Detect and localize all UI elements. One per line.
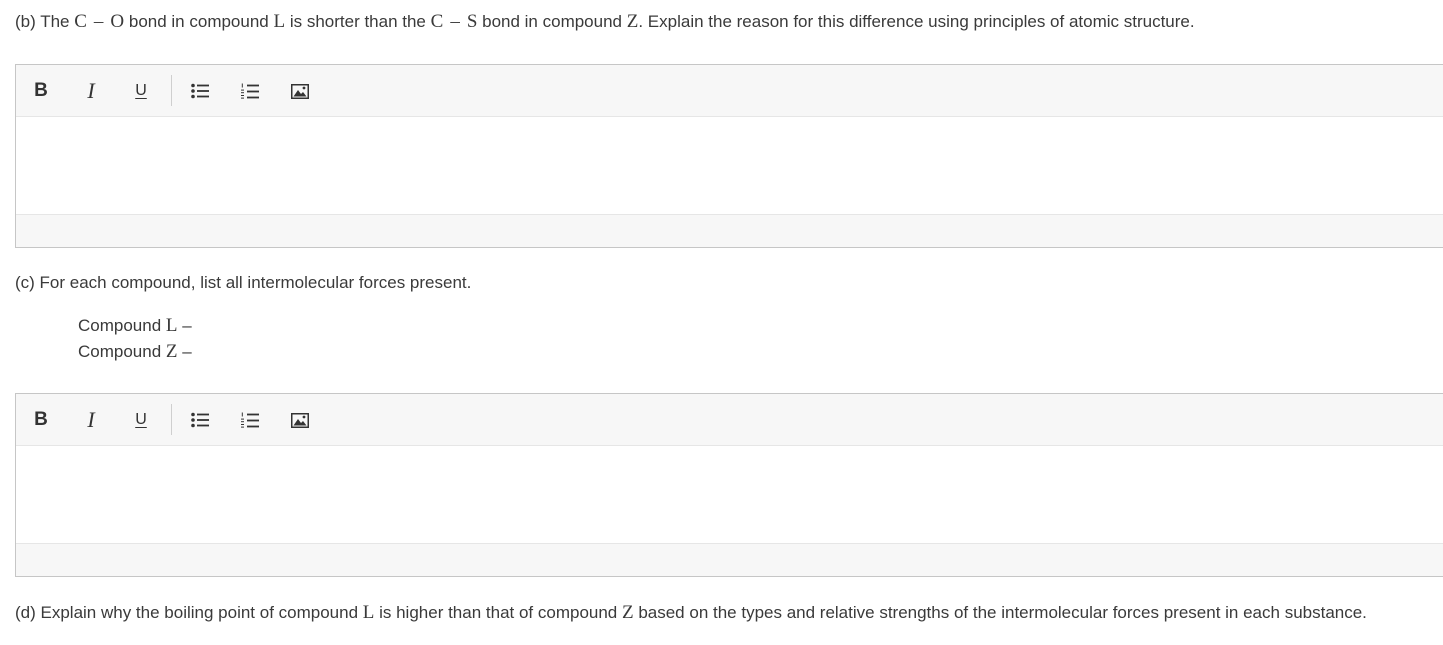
symbol-c: C	[74, 11, 87, 32]
underline-icon: U	[135, 82, 147, 99]
numbered-list-icon	[241, 412, 259, 428]
compound-z-line: Compound Z –	[78, 341, 192, 363]
toolbar-divider	[171, 75, 172, 106]
underline-button[interactable]: U	[127, 77, 155, 105]
bold-icon: B	[34, 409, 48, 430]
bulleted-list-button[interactable]	[186, 406, 214, 434]
question-c: (c) For each compound, list all intermol…	[15, 273, 472, 292]
question-b: (b) The C – O bond in compound L is shorte…	[15, 11, 1195, 33]
compound-l-line: Compound L –	[78, 315, 192, 337]
compound-label: Compound	[78, 316, 166, 335]
symbol-l: L	[273, 11, 286, 32]
italic-button[interactable]: I	[77, 77, 105, 105]
image-icon	[291, 83, 309, 99]
question-b-text: bond in compound	[477, 12, 627, 31]
symbol-z: Z	[165, 341, 178, 362]
symbol-l: L	[362, 602, 375, 623]
symbol-s: S	[466, 11, 478, 32]
question-b-suffix: . Explain the reason for this difference…	[638, 12, 1195, 31]
underline-button[interactable]: U	[127, 406, 155, 434]
compound-label: Compound	[78, 342, 166, 361]
question-b-text: bond in compound	[124, 12, 274, 31]
compound-dash: –	[177, 342, 192, 361]
toolbar-divider	[171, 404, 172, 435]
bold-button[interactable]: B	[27, 77, 55, 105]
bond-dash: –	[93, 11, 104, 32]
editor-toolbar: B I U	[16, 394, 1443, 446]
symbol-z: Z	[621, 602, 634, 623]
bond-dash: –	[450, 11, 460, 32]
insert-image-button[interactable]	[286, 406, 314, 434]
numbered-list-button[interactable]	[236, 77, 264, 105]
answer-editor-c: B I U	[15, 393, 1443, 577]
image-icon	[291, 412, 309, 428]
numbered-list-icon	[241, 83, 259, 99]
answer-text-area[interactable]	[16, 446, 1443, 546]
bulleted-list-icon	[191, 412, 209, 428]
question-b-prefix: (b) The	[15, 12, 75, 31]
insert-image-button[interactable]	[286, 77, 314, 105]
question-d: (d) Explain why the boiling point of com…	[15, 602, 1367, 624]
editor-status-bar	[16, 543, 1443, 576]
italic-icon: I	[87, 78, 95, 103]
italic-button[interactable]: I	[77, 406, 105, 434]
question-d-prefix: (d) Explain why the boiling point of com…	[15, 603, 363, 622]
symbol-c: C	[430, 11, 444, 32]
question-b-text: is shorter than the	[285, 12, 431, 31]
question-d-text: is higher than that of compound	[374, 603, 622, 622]
bold-icon: B	[34, 80, 48, 101]
underline-icon: U	[135, 411, 147, 428]
bulleted-list-icon	[191, 83, 209, 99]
symbol-o: O	[110, 11, 125, 32]
question-d-suffix: based on the types and relative strength…	[633, 603, 1367, 622]
symbol-z: Z	[626, 11, 639, 32]
bulleted-list-button[interactable]	[186, 77, 214, 105]
italic-icon: I	[87, 407, 95, 432]
answer-editor-b: B I U	[15, 64, 1443, 248]
symbol-l: L	[165, 315, 178, 336]
compound-dash: –	[177, 316, 192, 335]
editor-toolbar: B I U	[16, 65, 1443, 117]
answer-text-area[interactable]	[16, 117, 1443, 217]
bold-button[interactable]: B	[27, 406, 55, 434]
numbered-list-button[interactable]	[236, 406, 264, 434]
editor-status-bar	[16, 214, 1443, 247]
